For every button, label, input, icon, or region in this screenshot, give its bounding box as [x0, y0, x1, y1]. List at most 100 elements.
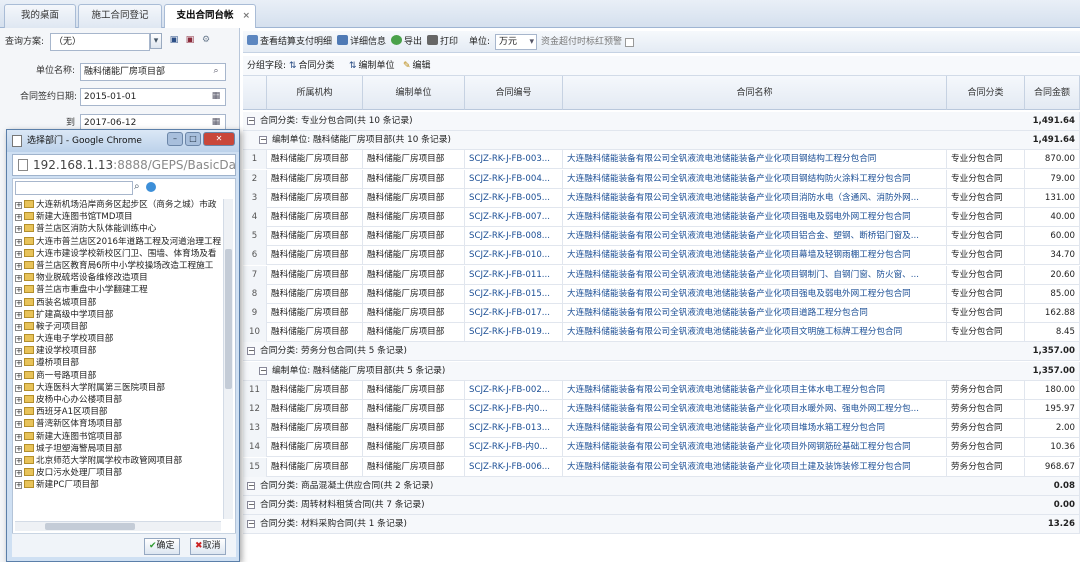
expand-icon[interactable]: + — [15, 226, 22, 234]
table-row[interactable]: 13 融科储能厂房项目部 融科储能厂房项目部 SCJZ-RK-J-FB-013... 大… — [243, 419, 1080, 439]
tree-node[interactable]: + 普兰店区消防大队体能训练中心 — [15, 223, 221, 235]
table-cell[interactable]: 大连融科储能装备有限公司全钒液流电池储能装备产业化项目钢结构工程分包合同 — [563, 150, 947, 170]
table-row[interactable]: 5 融科储能厂房项目部 融科储能厂房项目部 SCJZ-RK-J-FB-008... 大连… — [243, 227, 1080, 247]
refresh-icon[interactable] — [146, 182, 156, 192]
expand-icon[interactable]: + — [15, 457, 22, 465]
tree-node[interactable]: + 皮杨中心办公楼项目部 — [15, 394, 221, 406]
column-header[interactable]: 合同金额 — [1025, 76, 1080, 110]
tree-node[interactable]: + 扩建高级中学项目部 — [15, 309, 221, 321]
expand-icon[interactable]: + — [15, 409, 22, 417]
column-header[interactable]: 合同名称 — [563, 76, 947, 110]
tab-expense-contract-ledger[interactable]: 支出合同台帐 × — [164, 4, 256, 29]
group-row[interactable]: − 合同分类: 劳务分包合同(共 5 条记录) 1,357.00 — [243, 342, 1080, 362]
calendar-icon[interactable]: ▦ — [208, 89, 224, 105]
table-cell[interactable]: 大连融科储能装备有限公司全钒液流电池储能装备产业化项目消防水电（含通风、消防外网… — [563, 188, 947, 208]
expand-icon[interactable]: + — [15, 482, 22, 490]
expand-icon[interactable]: + — [15, 397, 22, 404]
tree-node[interactable]: + 北京师范大学附属学校市政管网项目部 — [15, 455, 221, 467]
table-cell[interactable]: 大连融科储能装备有限公司全钒液流电池储能装备产业化项目强电及弱电外网工程分包合同 — [563, 284, 947, 304]
collapse-icon[interactable]: − — [247, 347, 255, 356]
table-row[interactable]: 15 融科储能厂房项目部 融科储能厂房项目部 SCJZ-RK-J-FB-006... 大… — [243, 457, 1080, 477]
horizontal-scrollbar[interactable] — [15, 521, 221, 531]
chevron-down-icon[interactable]: ▾ — [150, 33, 162, 49]
tree-node[interactable]: + 大连电子学校项目部 — [15, 333, 221, 345]
expand-icon[interactable]: + — [15, 384, 22, 392]
expand-icon[interactable]: + — [15, 299, 22, 307]
unit-select[interactable]: 万元 ▾ — [495, 34, 537, 50]
table-cell[interactable]: SCJZ-RK-J-FB-015... — [465, 284, 563, 304]
table-cell[interactable]: SCJZ-RK-J-FB-005... — [465, 188, 563, 208]
table-cell[interactable]: 大连融科储能装备有限公司全钒液流电池储能装备产业化项目堆场水箱工程分包合同 — [563, 419, 947, 439]
close-icon[interactable]: ✕ — [203, 132, 235, 146]
table-row[interactable]: 14 融科储能厂房项目部 融科储能厂房项目部 SCJZ-RK-J-FB-内0... 大连… — [243, 438, 1080, 458]
table-cell[interactable]: 大连融科储能装备有限公司全钒液流电池储能装备产业化项目钢结构防火涂料工程分包合同 — [563, 169, 947, 189]
group-row[interactable]: − 合同分类: 专业分包合同(共 10 条记录) 1,491.64 — [243, 112, 1080, 131]
tree-node[interactable]: + 建设学校项目部 — [15, 345, 221, 357]
table-cell[interactable]: SCJZ-RK-J-FB-004... — [465, 169, 563, 189]
collapse-icon[interactable]: − — [247, 117, 255, 125]
export-button[interactable]: 导出 — [391, 35, 422, 50]
tree-node[interactable]: + 西装名城项目部 — [15, 297, 221, 309]
tree-node[interactable]: + 新建大连图书馆项目部 — [15, 431, 221, 443]
collapse-icon[interactable]: − — [247, 501, 255, 509]
table-cell[interactable]: 大连融科储能装备有限公司全钒液流电池储能装备产业化项目文明施工标牌工程分包合同 — [563, 323, 947, 343]
column-header[interactable]: 合同分类 — [947, 76, 1025, 110]
address-bar[interactable]: 192.168.1.13:8888/GEPS/BasicData/ — [12, 154, 236, 176]
column-header[interactable]: 所属机构 — [267, 76, 363, 110]
tree-node[interactable]: + 城子坦塑海警局项目部 — [15, 443, 221, 455]
tree-search-input[interactable] — [15, 181, 133, 195]
table-cell[interactable]: SCJZ-RK-J-FB-003... — [465, 150, 563, 170]
table-cell[interactable]: SCJZ-RK-J-FB-017... — [465, 304, 563, 323]
view-settlement-detail-button[interactable]: 查看结算支付明细 — [247, 35, 332, 50]
expand-icon[interactable]: + — [15, 238, 22, 246]
table-row[interactable]: 7 融科储能厂房项目部 融科储能厂房项目部 SCJZ-RK-J-FB-011... 大连… — [243, 265, 1080, 285]
tree-node[interactable]: + 大连新机场沿岸商务区起步区（商务之城）市政 — [15, 199, 221, 211]
table-cell[interactable]: 大连融科储能装备有限公司全钒液流电池储能装备产业化项目土建及装饰装修工程分包合同 — [563, 457, 947, 477]
table-cell[interactable]: SCJZ-RK-J-FB-019... — [465, 323, 563, 343]
confirm-button[interactable]: ✔确定 — [144, 538, 180, 555]
table-cell[interactable]: 大连融科储能装备有限公司全钒液流电池储能装备产业化项目幕墙及轻钢雨棚工程分包合同 — [563, 246, 947, 266]
tree-node[interactable]: + 新建PC厂项目部 — [15, 479, 221, 491]
table-row[interactable]: 11 融科储能厂房项目部 融科储能厂房项目部 SCJZ-RK-J-FB-002... 大… — [243, 380, 1080, 400]
table-cell[interactable]: SCJZ-RK-J-FB-002... — [465, 380, 563, 400]
expand-icon[interactable]: + — [15, 360, 22, 368]
group-chip-contract-type[interactable]: ⇅ 合同分类 — [289, 59, 335, 74]
scheme-select[interactable]: （无） — [50, 33, 150, 51]
tab-construction-contract-register[interactable]: 施工合同登记 — [78, 4, 162, 28]
table-row[interactable]: 2 融科储能厂房项目部 融科储能厂房项目部 SCJZ-RK-J-FB-004... 大连… — [243, 169, 1080, 189]
table-cell[interactable]: SCJZ-RK-J-FB-内0... — [465, 400, 563, 419]
tree-node[interactable]: + 遵桥项目部 — [15, 357, 221, 369]
tree-node[interactable]: + 普兰店市重盘中小学翻建工程 — [15, 284, 221, 296]
expand-icon[interactable]: + — [15, 214, 22, 222]
expand-icon[interactable]: + — [15, 445, 22, 453]
expand-icon[interactable]: + — [15, 372, 22, 380]
tree-node[interactable]: + 大连市建设学校新校区门卫、围墙、体育场及看 — [15, 248, 221, 260]
tree-node[interactable]: + 大连市普兰店区2016年道路工程及河道治理工程 — [15, 236, 221, 248]
table-row[interactable]: 10 融科储能厂房项目部 融科储能厂房项目部 SCJZ-RK-J-FB-019... 大… — [243, 323, 1080, 343]
group-row[interactable]: − 合同分类: 材料采购合同(共 1 条记录) 13.26 — [243, 515, 1080, 535]
collapse-icon[interactable]: − — [247, 520, 255, 529]
maximize-icon[interactable]: □ — [185, 132, 201, 146]
table-cell[interactable]: SCJZ-RK-J-FB-007... — [465, 208, 563, 227]
tree-node[interactable]: + 鞍子河项目部 — [15, 321, 221, 333]
table-cell[interactable]: SCJZ-RK-J-FB-010... — [465, 246, 563, 266]
table-cell[interactable]: 大连融科储能装备有限公司全钒液流电池储能装备产业化项目外网钢筋砼基础工程分包合同 — [563, 438, 947, 458]
table-cell[interactable]: 大连融科储能装备有限公司全钒液流电池储能装备产业化项目铝合金、塑钢、断桥铝门窗及… — [563, 227, 947, 247]
table-cell[interactable]: 大连融科储能装备有限公司全钒液流电池储能装备产业化项目钢制门、自钢门窗、防火窗、… — [563, 265, 947, 285]
date-from-input[interactable]: 2015-01-01 — [80, 88, 226, 106]
tree-node[interactable]: + 商一号路项目部 — [15, 370, 221, 382]
tree-node[interactable]: + 大连医科大学附属第三医院项目部 — [15, 382, 221, 394]
group-row[interactable]: − 编制单位: 融科储能厂房项目部(共 10 条记录) 1,491.64 — [243, 131, 1080, 151]
column-header[interactable]: 编制单位 — [363, 76, 465, 110]
tab-desktop[interactable]: 我的桌面 — [4, 4, 76, 28]
table-cell[interactable]: 大连融科储能装备有限公司全钒液流电池储能装备产业化项目道路工程分包合同 — [563, 304, 947, 323]
search-icon[interactable]: ⌕ — [134, 181, 140, 192]
expand-icon[interactable]: + — [15, 336, 22, 344]
table-row[interactable]: 8 融科储能厂房项目部 融科储能厂房项目部 SCJZ-RK-J-FB-015... 大连… — [243, 284, 1080, 304]
table-row[interactable]: 9 融科储能厂房项目部 融科储能厂房项目部 SCJZ-RK-J-FB-017... 大连… — [243, 304, 1080, 323]
expand-icon[interactable]: + — [15, 287, 22, 295]
group-chip-unit[interactable]: ⇅ 编制单位 — [349, 59, 395, 74]
group-row[interactable]: − 编制单位: 融科储能厂房项目部(共 5 条记录) 1,357.00 — [243, 361, 1080, 381]
edit-grouping-button[interactable]: ✎ 编辑 — [403, 59, 431, 74]
table-cell[interactable]: 大连融科储能装备有限公司全钒液流电池储能装备产业化项目水暖外网、强电外网工程分包… — [563, 400, 947, 419]
